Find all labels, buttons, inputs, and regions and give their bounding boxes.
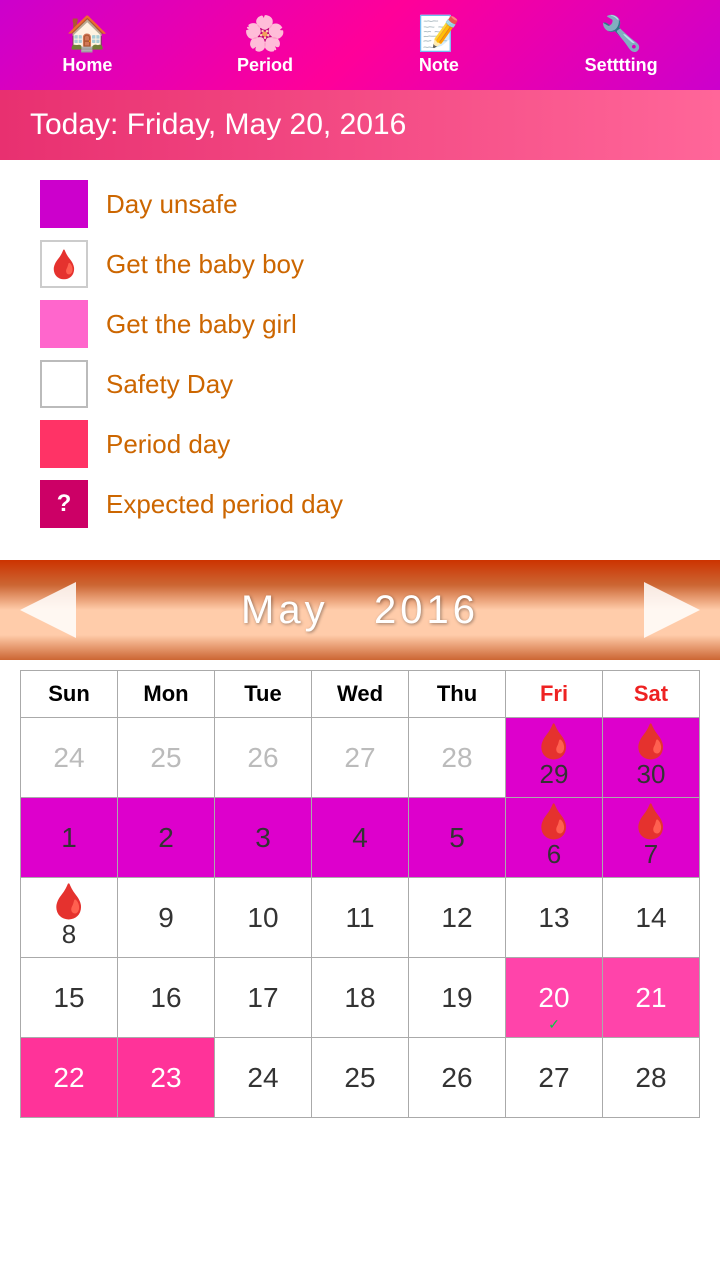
calendar-day-1-5[interactable]: 🩸6	[506, 798, 603, 878]
note-icon: 📝	[418, 17, 460, 51]
nav-home-label: Home	[62, 55, 112, 76]
th-sat: Sat	[603, 671, 700, 718]
calendar-day-1-0[interactable]: 1	[21, 798, 118, 878]
calendar-day-3-0[interactable]: 15	[21, 958, 118, 1038]
th-fri: Fri	[506, 671, 603, 718]
nav-home[interactable]: 🏠 Home	[62, 17, 112, 76]
nav-settings-label: Setttting	[585, 55, 658, 76]
legend-unsafe: Day unsafe	[40, 180, 680, 228]
calendar-day-2-1[interactable]: 9	[118, 878, 215, 958]
calendar-week-1: 12345🩸6🩸7	[21, 798, 700, 878]
calendar-day-2-0[interactable]: 🩸8	[21, 878, 118, 958]
calendar-day-0-2[interactable]: 26	[215, 718, 312, 798]
calendar-day-1-2[interactable]: 3	[215, 798, 312, 878]
calendar-day-3-2[interactable]: 17	[215, 958, 312, 1038]
legend-expected-text: Expected period day	[106, 489, 343, 520]
nav-period-label: Period	[237, 55, 293, 76]
calendar-day-2-6[interactable]: 14	[603, 878, 700, 958]
calendar-day-4-0[interactable]: 22	[21, 1038, 118, 1118]
legend-period-text: Period day	[106, 429, 230, 460]
legend-baby-boy: 🩸 Get the baby boy	[40, 240, 680, 288]
navbar: 🏠 Home 🌸 Period 📝 Note 🔧 Setttting	[0, 0, 720, 90]
legend-period: Period day	[40, 420, 680, 468]
calendar-day-3-6[interactable]: 21	[603, 958, 700, 1038]
calendar-week-0: 2425262728🩸29🩸30	[21, 718, 700, 798]
legend-expected-box: ?	[40, 480, 88, 528]
prev-month-button[interactable]	[20, 582, 76, 638]
legend-expected: ? Expected period day	[40, 480, 680, 528]
calendar-wrapper: Sun Mon Tue Wed Thu Fri Sat 2425262728🩸2…	[0, 660, 720, 1138]
calendar-day-3-4[interactable]: 19	[409, 958, 506, 1038]
calendar-day-4-1[interactable]: 23	[118, 1038, 215, 1118]
calendar-day-0-3[interactable]: 27	[312, 718, 409, 798]
calendar-day-3-3[interactable]: 18	[312, 958, 409, 1038]
settings-icon: 🔧	[600, 17, 642, 51]
nav-note[interactable]: 📝 Note	[418, 17, 460, 76]
calendar-day-1-6[interactable]: 🩸7	[603, 798, 700, 878]
home-icon: 🏠	[66, 17, 108, 51]
legend-safety-text: Safety Day	[106, 369, 233, 400]
legend-safety: Safety Day	[40, 360, 680, 408]
legend-period-box	[40, 420, 88, 468]
period-icon: 🌸	[244, 17, 286, 51]
calendar-day-1-3[interactable]: 4	[312, 798, 409, 878]
calendar-day-2-5[interactable]: 13	[506, 878, 603, 958]
today-text: Today: Friday, May 20, 2016	[30, 108, 406, 141]
calendar-week-3: 151617181920✓21	[21, 958, 700, 1038]
legend-baby-girl: Get the baby girl	[40, 300, 680, 348]
calendar-day-0-0[interactable]: 24	[21, 718, 118, 798]
legend-baby-girl-box	[40, 300, 88, 348]
calendar-day-0-4[interactable]: 28	[409, 718, 506, 798]
calendar-day-2-3[interactable]: 11	[312, 878, 409, 958]
calendar-day-2-2[interactable]: 10	[215, 878, 312, 958]
calendar-header: May 2016	[0, 560, 720, 660]
nav-period[interactable]: 🌸 Period	[237, 17, 293, 76]
th-wed: Wed	[312, 671, 409, 718]
th-thu: Thu	[409, 671, 506, 718]
legend-baby-boy-box: 🩸	[40, 240, 88, 288]
th-sun: Sun	[21, 671, 118, 718]
legend-unsafe-box	[40, 180, 88, 228]
calendar-day-4-3[interactable]: 25	[312, 1038, 409, 1118]
calendar-day-4-5[interactable]: 27	[506, 1038, 603, 1118]
calendar-day-4-2[interactable]: 24	[215, 1038, 312, 1118]
legend: Day unsafe 🩸 Get the baby boy Get the ba…	[0, 160, 720, 560]
calendar-day-0-5[interactable]: 🩸29	[506, 718, 603, 798]
legend-safety-box	[40, 360, 88, 408]
th-tue: Tue	[215, 671, 312, 718]
calendar-week-4: 22232425262728	[21, 1038, 700, 1118]
next-month-button[interactable]	[644, 582, 700, 638]
legend-baby-girl-text: Get the baby girl	[106, 309, 297, 340]
calendar-day-1-4[interactable]: 5	[409, 798, 506, 878]
calendar-day-0-6[interactable]: 🩸30	[603, 718, 700, 798]
calendar-day-4-6[interactable]: 28	[603, 1038, 700, 1118]
th-mon: Mon	[118, 671, 215, 718]
calendar-month-year: May 2016	[241, 588, 479, 633]
calendar-day-3-1[interactable]: 16	[118, 958, 215, 1038]
calendar-week-2: 🩸891011121314	[21, 878, 700, 958]
calendar-day-4-4[interactable]: 26	[409, 1038, 506, 1118]
legend-baby-boy-text: Get the baby boy	[106, 249, 304, 280]
nav-settings[interactable]: 🔧 Setttting	[585, 17, 658, 76]
calendar-day-3-5[interactable]: 20✓	[506, 958, 603, 1038]
calendar-day-0-1[interactable]: 25	[118, 718, 215, 798]
calendar-day-2-4[interactable]: 12	[409, 878, 506, 958]
calendar-header-row: Sun Mon Tue Wed Thu Fri Sat	[21, 671, 700, 718]
today-banner: Today: Friday, May 20, 2016	[0, 90, 720, 160]
nav-note-label: Note	[419, 55, 459, 76]
legend-unsafe-text: Day unsafe	[106, 189, 238, 220]
calendar-day-1-1[interactable]: 2	[118, 798, 215, 878]
calendar-table: Sun Mon Tue Wed Thu Fri Sat 2425262728🩸2…	[20, 670, 700, 1118]
